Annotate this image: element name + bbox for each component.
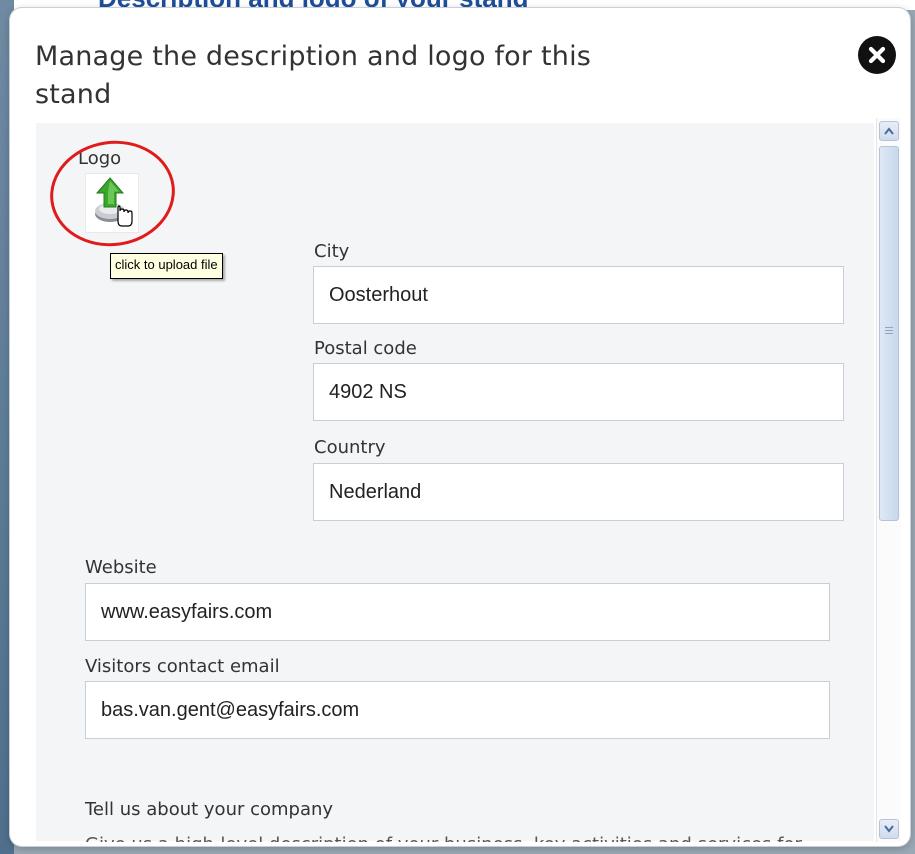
upload-arrow-icon xyxy=(95,177,133,227)
city-field[interactable]: Oosterhout xyxy=(313,266,844,324)
close-button[interactable] xyxy=(858,36,896,74)
website-field[interactable]: www.easyfairs.com xyxy=(85,583,830,641)
chevron-down-icon xyxy=(884,825,894,833)
country-label: Country xyxy=(314,437,386,458)
scroll-thumb[interactable] xyxy=(879,146,899,521)
website-label: Website xyxy=(85,557,157,578)
scroll-down-button[interactable] xyxy=(879,819,899,839)
chevron-up-icon xyxy=(884,127,894,135)
manage-stand-dialog: Manage the description and logo for this… xyxy=(10,8,910,846)
upload-tooltip: click to upload file xyxy=(110,253,223,279)
visitors-email-label: Visitors contact email xyxy=(85,656,280,677)
postal-code-label: Postal code xyxy=(314,338,417,359)
country-field[interactable]: Nederland xyxy=(313,463,844,521)
postal-code-field[interactable]: 4902 NS xyxy=(313,363,844,421)
logo-label: Logo xyxy=(78,148,122,169)
logo-upload-button[interactable] xyxy=(85,173,139,233)
scroll-up-button[interactable] xyxy=(879,121,899,141)
company-intro-text: Give us a high-level description of your… xyxy=(85,834,845,842)
company-heading: Tell us about your company xyxy=(85,799,334,820)
close-icon xyxy=(868,46,886,64)
vertical-scrollbar[interactable] xyxy=(876,118,901,842)
visitors-email-field[interactable]: bas.van.gent@easyfairs.com xyxy=(85,681,830,739)
scroll-thumb-grip xyxy=(885,327,893,335)
dialog-title: Manage the description and logo for this… xyxy=(35,41,592,110)
city-label: City xyxy=(314,241,350,262)
